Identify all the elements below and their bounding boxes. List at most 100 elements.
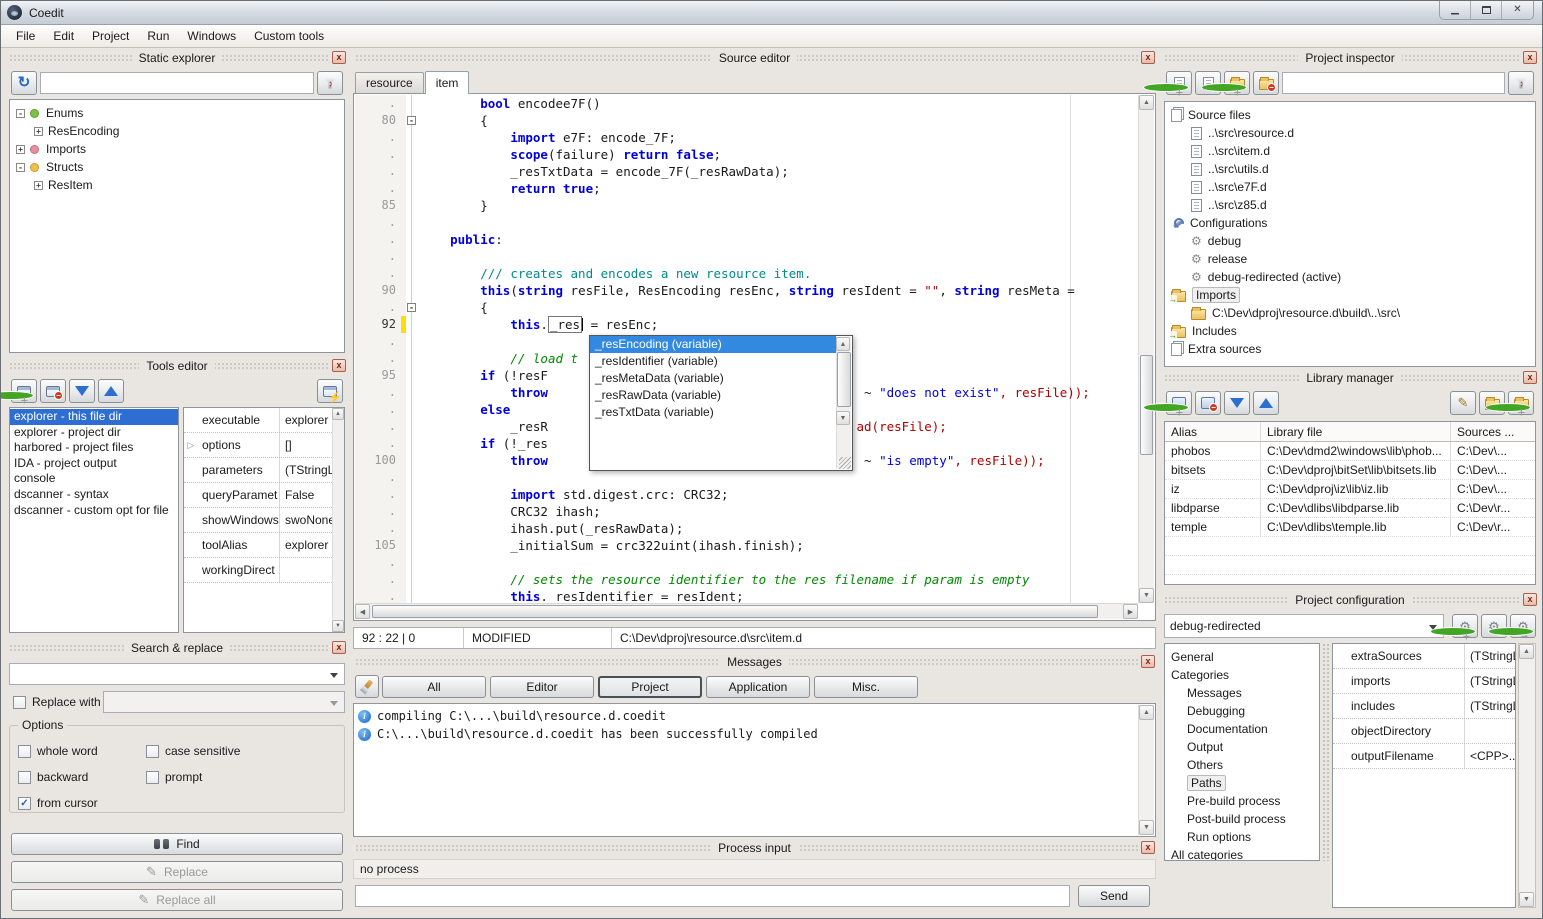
category-item-documentation[interactable]: Documentation — [1165, 720, 1319, 738]
filter-button-misc[interactable]: Misc. — [814, 676, 918, 698]
tab-resource[interactable]: resource — [355, 72, 424, 93]
close-panel-icon[interactable]: x — [332, 359, 346, 372]
property-row-toolalias[interactable]: toolAliasexplorer — [184, 533, 344, 558]
log-entry[interactable]: iC:\...\build\resource.d.coedit has been… — [354, 725, 1155, 743]
remove-folder-button[interactable]: − — [1253, 71, 1279, 95]
category-item-pre-build-process[interactable]: Pre-build process — [1165, 792, 1319, 810]
move-library-down-button[interactable] — [1224, 391, 1250, 415]
add-library-folder-button[interactable]: + — [1508, 391, 1534, 415]
replace-all-button[interactable]: ✎ Replace all — [11, 889, 343, 911]
maximize-button[interactable] — [1471, 0, 1502, 19]
log-vertical-scrollbar[interactable]: ▲ ▼ — [1138, 705, 1154, 835]
expand-icon[interactable]: + — [34, 181, 43, 190]
category-item-general[interactable]: General — [1165, 648, 1319, 666]
code-line[interactable]: . — [355, 554, 1138, 571]
close-button[interactable]: ✕ — [1502, 0, 1533, 19]
scroll-up-icon[interactable]: ▲ — [1519, 644, 1534, 659]
fold-collapse-icon[interactable]: - — [407, 116, 416, 125]
property-row-workingdirect[interactable]: workingDirect — [184, 558, 344, 583]
close-panel-icon[interactable]: x — [1141, 51, 1155, 64]
category-item-debugging[interactable]: Debugging — [1165, 702, 1319, 720]
config-splitter[interactable] — [1322, 643, 1330, 861]
code-line[interactable]: . scope(failure) return false; — [355, 146, 1138, 163]
property-row-parameters[interactable]: parameters(TStringL — [184, 458, 344, 483]
scroll-down-icon[interactable]: ▼ — [332, 620, 344, 632]
property-row-outputfilename[interactable]: outputFilename<CPP>..\ — [1333, 744, 1515, 769]
popup-resize-grip[interactable] — [839, 457, 851, 469]
clear-filter-button[interactable]: ✕ — [317, 71, 343, 95]
panel-header[interactable]: Project configuration x — [1162, 591, 1538, 609]
menu-item-run[interactable]: Run — [138, 25, 178, 47]
library-row-bitsets[interactable]: bitsetsC:\Dev\dproj\bitSet\lib\bitsets.l… — [1165, 461, 1535, 480]
property-row-extrasources[interactable]: extraSources(TStringL — [1333, 644, 1515, 669]
props-vertical-scrollbar[interactable]: ▲▼ — [332, 408, 344, 632]
close-panel-icon[interactable]: x — [1523, 371, 1537, 384]
tree-item-src-z85-d[interactable]: ..\src\z85.d — [1165, 196, 1535, 214]
menu-item-edit[interactable]: Edit — [44, 25, 83, 47]
tool-list-item-dscanner-custom-opt-for-file[interactable]: dscanner - custom opt for file — [10, 503, 178, 519]
from-cursor-checkbox[interactable]: ✓ — [18, 797, 31, 810]
code-line[interactable]: . _resTxtData = encode_7F(_resRawData); — [355, 163, 1138, 180]
column-header-sources[interactable]: Sources ... — [1451, 422, 1535, 441]
scroll-down-icon[interactable]: ▼ — [1139, 588, 1154, 603]
close-panel-icon[interactable]: x — [1141, 841, 1155, 854]
replace-with-checkbox[interactable] — [13, 696, 26, 709]
tool-list-item-dscanner-syntax[interactable]: dscanner - syntax — [10, 487, 178, 503]
panel-header[interactable]: Library manager x — [1162, 369, 1538, 387]
property-row-queryparamet[interactable]: queryParametFalse — [184, 483, 344, 508]
scroll-up-icon[interactable]: ▲ — [332, 408, 344, 420]
tree-item-src-item-d[interactable]: ..\src\item.d — [1165, 142, 1535, 160]
code-line[interactable]: . public: — [355, 231, 1138, 248]
move-library-up-button[interactable] — [1253, 391, 1279, 415]
scroll-up-icon[interactable]: ▲ — [836, 337, 850, 351]
tool-list-item-ida-project-output[interactable]: IDA - project output — [10, 456, 178, 472]
menu-item-project[interactable]: Project — [83, 25, 138, 47]
refresh-button[interactable]: ↻ — [11, 71, 37, 95]
category-item-all-categories[interactable]: All categories — [1165, 846, 1319, 861]
code-line[interactable]: . /// creates and encodes a new resource… — [355, 265, 1138, 282]
replace-button[interactable]: ✎ Replace — [11, 861, 343, 883]
panel-header[interactable]: Tools editor x — [7, 357, 347, 375]
filter-button-editor[interactable]: Editor — [490, 676, 594, 698]
edit-library-button[interactable]: ✎ — [1450, 391, 1476, 415]
add-configuration-button[interactable]: ⚙+ — [1452, 614, 1478, 638]
editor-horizontal-scrollbar[interactable]: ◀ ▶ — [355, 603, 1138, 619]
tree-item-c-dev-dproj-resource-d-build-src[interactable]: C:\Dev\dproj\resource.d\build\..\src\ — [1165, 304, 1535, 322]
code-line[interactable]: 105 _initialSum = crc322uint(ihash.finis… — [355, 537, 1138, 554]
tree-item-debug[interactable]: ⚙debug — [1165, 232, 1535, 250]
tree-item-release[interactable]: ⚙release — [1165, 250, 1535, 268]
process-input-field[interactable] — [355, 885, 1070, 907]
property-row-imports[interactable]: imports(TStringL — [1333, 669, 1515, 694]
code-line[interactable]: . import std.digest.crc: CRC32; — [355, 486, 1138, 503]
tool-list-item-explorer-project-dir[interactable]: explorer - project dir — [10, 425, 178, 441]
add-source-button[interactable]: + — [1166, 71, 1192, 95]
replace-term-combobox[interactable] — [103, 691, 345, 713]
library-row-temple[interactable]: templeC:\Dev\dlibs\temple.libC:\Dev\r... — [1165, 518, 1535, 537]
editor-vertical-scrollbar[interactable]: ▲ ▼ — [1138, 95, 1154, 603]
scroll-right-icon[interactable]: ▶ — [1123, 604, 1138, 619]
code-line[interactable]: . ihash.put(_resRawData); — [355, 520, 1138, 537]
property-row-objectdirectory[interactable]: objectDirectory — [1333, 719, 1515, 744]
tree-item-imports[interactable]: →Imports — [1165, 286, 1535, 304]
search-term-combobox[interactable] — [9, 663, 345, 685]
tree-item-source-files[interactable]: Source files — [1165, 106, 1535, 124]
add-tool-button[interactable]: + — [11, 379, 37, 403]
library-row-libdparse[interactable]: libdparseC:\Dev\dlibs\libdparse.libC:\De… — [1165, 499, 1535, 518]
property-row-options[interactable]: ▷options[] — [184, 433, 344, 458]
collapse-icon[interactable]: - — [16, 163, 25, 172]
tree-item-includes[interactable]: →Includes — [1165, 322, 1535, 340]
code-line[interactable]: 80- { — [355, 112, 1138, 129]
collapse-icon[interactable]: - — [16, 109, 25, 118]
code-line[interactable]: . — [355, 214, 1138, 231]
tree-item-src-utils-d[interactable]: ..\src\utils.d — [1165, 160, 1535, 178]
execute-tool-button[interactable]: ⚡ — [317, 379, 343, 403]
code-line[interactable]: . — [355, 469, 1138, 486]
popup-scrollbar[interactable]: ▲ ▼ — [836, 337, 851, 469]
property-row-executable[interactable]: executableexplorer — [184, 408, 344, 433]
code-editor[interactable]: . bool encodee7F()80- {. import e7F: enc… — [353, 93, 1156, 621]
category-item-others[interactable]: Others — [1165, 756, 1319, 774]
tree-item-resitem[interactable]: +ResItem — [10, 176, 344, 194]
tree-item-structs[interactable]: -Structs — [10, 158, 344, 176]
category-item-messages[interactable]: Messages — [1165, 684, 1319, 702]
tree-item-src-resource-d[interactable]: ..\src\resource.d — [1165, 124, 1535, 142]
